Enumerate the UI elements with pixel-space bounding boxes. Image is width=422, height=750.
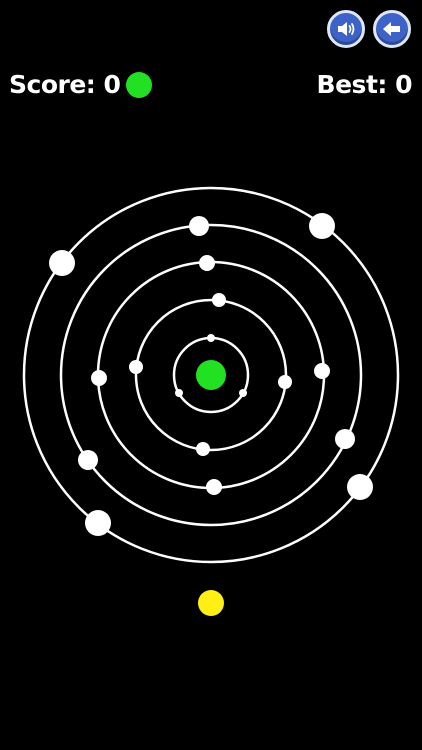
- orbiter-dot: [196, 442, 210, 456]
- orbiter-dot: [278, 375, 292, 389]
- orbiter-dot: [239, 389, 247, 397]
- orbiter-dot: [314, 363, 330, 379]
- center-core: [196, 360, 226, 390]
- orbiter-dot: [129, 360, 143, 374]
- orbiter-dot: [207, 334, 215, 342]
- orbiter-dot: [347, 474, 373, 500]
- next-ball[interactable]: [198, 590, 224, 616]
- orbiter-dot: [85, 510, 111, 536]
- orbiter-dot: [78, 450, 98, 470]
- orbiter-dot: [212, 293, 226, 307]
- game-board[interactable]: [0, 0, 422, 750]
- orbiter-dot: [49, 250, 75, 276]
- orbiter-dot: [175, 389, 183, 397]
- orbiter-dot: [206, 479, 222, 495]
- orbiter-dot: [309, 213, 335, 239]
- orbiter-dot: [189, 216, 209, 236]
- orbiter-dot: [335, 429, 355, 449]
- orbiter-dot: [199, 255, 215, 271]
- orbiter-dot: [91, 370, 107, 386]
